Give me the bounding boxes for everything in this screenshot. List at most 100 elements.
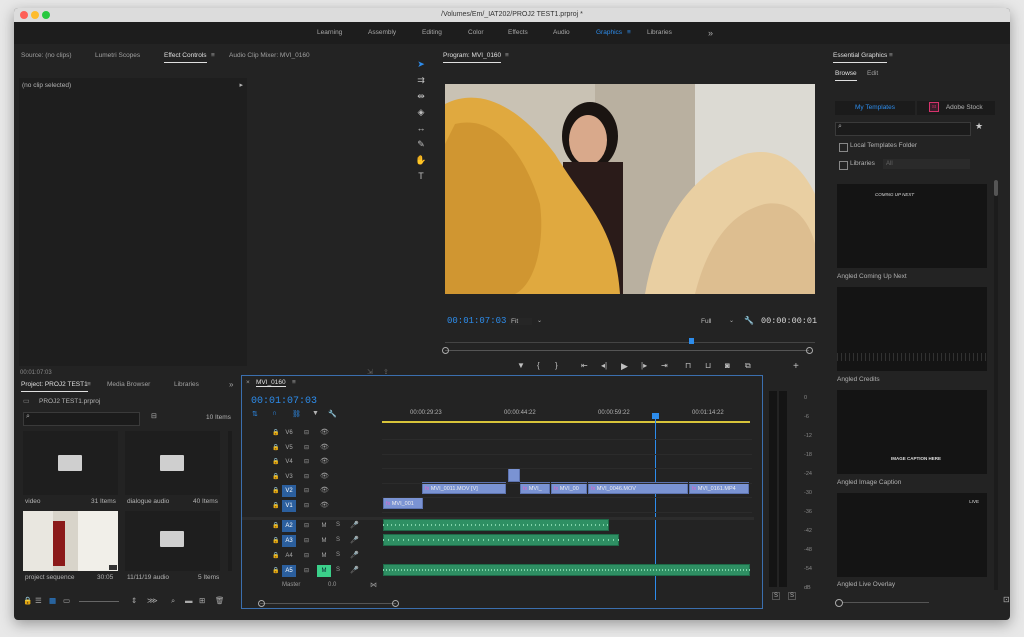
template-name[interactable]: Angled Coming Up Next [837,273,907,280]
go-to-in-icon[interactable]: ⇤ [581,361,588,370]
video-clip[interactable]: fx MVI_00 [551,482,587,494]
track-target-toggle[interactable]: V1 [282,499,296,512]
tab-audio-clip-mixer[interactable]: Audio Clip Mixer: MVI_0160 [229,46,310,66]
track-target-toggle[interactable]: A2 [282,520,296,532]
toggle-output-eye-icon[interactable]: 👁 [320,486,329,494]
workspace-editing[interactable]: Editing [422,22,442,44]
thumbnail-size-handle[interactable] [835,599,843,607]
track-target-toggle[interactable]: A5 [282,565,296,577]
scroll-handle-left[interactable] [258,600,265,607]
close-sequence-icon[interactable]: × [246,376,250,390]
automate-icon[interactable]: ⋙ [147,596,158,605]
add-marker-icon[interactable]: ▼ [517,361,525,370]
step-forward-icon[interactable]: |▸ [641,361,647,370]
timeline-menu-icon[interactable]: ≡ [292,376,296,390]
solo-track-button[interactable]: S [336,537,340,543]
timeline-scrollbar[interactable] [260,603,396,604]
linked-selection-icon[interactable]: ⛓ [292,410,301,418]
new-item-icon[interactable]: ⊞ [199,596,205,605]
track-select-tool-icon[interactable]: ⇉ [415,74,427,86]
workspace-effects[interactable]: Effects [508,22,528,44]
bin-name[interactable]: video [25,498,41,505]
voiceover-mic-icon[interactable]: 🎤 [350,521,359,529]
master-goto-icon[interactable]: ⋈ [370,581,377,589]
sequence-thumbnail[interactable] [23,511,118,571]
track-lock-icon[interactable]: 🔒 [272,567,279,574]
track-lock-icon[interactable]: 🔒 [272,429,279,436]
work-area-bar[interactable] [382,421,750,423]
track-target-toggle[interactable]: V4 [282,456,296,468]
ripple-edit-tool-icon[interactable]: ⇹ [415,90,427,102]
solo-track-button[interactable]: S [336,567,340,573]
new-item-icon[interactable]: ⊡ [1003,595,1010,604]
zoom-handle-left[interactable] [442,347,449,354]
mute-track-button[interactable]: M [317,550,331,562]
sync-lock-icon[interactable]: ⊟ [304,552,309,559]
project-scrollbar[interactable] [228,431,232,571]
icon-view-icon[interactable]: ▦ [49,596,56,605]
program-playhead[interactable] [689,338,694,344]
program-timecode[interactable]: 00:01:07:03 [447,316,506,326]
new-bin-icon[interactable]: ▬ [185,596,193,605]
bin-name[interactable]: dialogue audio [127,498,169,505]
zoom-window-button[interactable] [42,11,50,19]
extract-icon[interactable]: ⊔ [705,361,711,370]
libraries-dropdown[interactable]: All [883,159,970,169]
sort-icon[interactable]: ⇕ [131,596,137,605]
track-lock-icon[interactable]: 🔒 [272,473,279,480]
tab-lumetri-scopes[interactable]: Lumetri Scopes [95,46,140,66]
solo-right-button[interactable]: S [788,592,797,600]
workspace-menu-icon[interactable]: ≡ [627,22,631,44]
track-lock-icon[interactable]: 🔒 [272,444,279,451]
sync-lock-icon[interactable]: ⊟ [304,537,309,544]
razor-tool-icon[interactable]: ◈ [415,106,427,118]
video-clip[interactable]: fx MVI_001 [383,497,423,509]
new-search-bin-icon[interactable]: ⊟ [151,412,157,420]
template-thumbnail[interactable]: IMAGE CAPTION HERE [837,390,987,474]
voiceover-mic-icon[interactable]: 🎤 [350,551,359,559]
workspace-learning[interactable]: Learning [317,22,342,44]
program-menu-icon[interactable]: ≡ [505,46,509,66]
mark-out-icon[interactable]: } [555,361,558,370]
tab-edit[interactable]: Edit [867,64,878,84]
sequence-name[interactable]: project sequence [25,574,75,581]
snap-icon[interactable]: ∩ [272,410,277,417]
timeline-timecode[interactable]: 00:01:07:03 [251,396,317,407]
selection-tool-icon[interactable]: ➤ [415,58,427,70]
pen-tool-icon[interactable]: ✎ [415,138,427,150]
quality-dropdown[interactable]: Full [699,318,725,325]
zoom-scroll-bar[interactable] [445,350,809,351]
export-frame-camera-icon[interactable]: ◙ [725,361,730,370]
zoom-slider[interactable] [79,601,119,602]
template-thumbnail[interactable]: LIVE [837,493,987,577]
button-editor-plus-icon[interactable]: + [793,361,799,372]
essential-graphics-title[interactable]: Essential Graphics [833,46,888,66]
timeline-ruler[interactable]: 00:00:29:23 00:00:44:22 00:00:59:22 00:0… [382,406,750,424]
tab-browse[interactable]: Browse [835,64,857,84]
workspace-color[interactable]: Color [468,22,484,44]
master-volume[interactable]: 0.0 [328,582,336,588]
track-target-toggle[interactable]: V3 [282,471,296,483]
my-templates-tab[interactable]: My Templates [835,101,915,115]
toggle-output-eye-icon[interactable]: 👁 [320,428,329,436]
solo-track-button[interactable]: S [336,522,340,528]
more-workspaces-icon[interactable]: » [708,22,713,44]
tab-libraries[interactable]: Libraries [174,375,199,395]
more-tabs-icon[interactable]: » [229,375,233,395]
adobe-stock-tab[interactable]: St Adobe Stock [917,101,995,115]
playhead-handle[interactable] [652,413,659,419]
fit-dropdown[interactable]: Fit [509,318,533,325]
close-window-button[interactable] [20,11,28,19]
zoom-handle-right[interactable] [806,347,813,354]
track-lock-icon[interactable]: 🔒 [272,487,279,494]
favorites-star-icon[interactable]: ★ [975,121,983,132]
sync-lock-icon[interactable]: ⊟ [304,473,309,480]
track-target-toggle[interactable]: A4 [282,550,296,562]
tab-media-browser[interactable]: Media Browser [107,375,150,395]
slip-tool-icon[interactable]: ↔ [415,122,427,134]
lock-icon[interactable]: 🔒 [23,596,32,605]
track-target-toggle[interactable]: V5 [282,442,296,454]
workspace-assembly[interactable]: Assembly [368,22,396,44]
workspace-audio[interactable]: Audio [553,22,570,44]
project-search-input[interactable]: ⌕ [23,412,140,426]
